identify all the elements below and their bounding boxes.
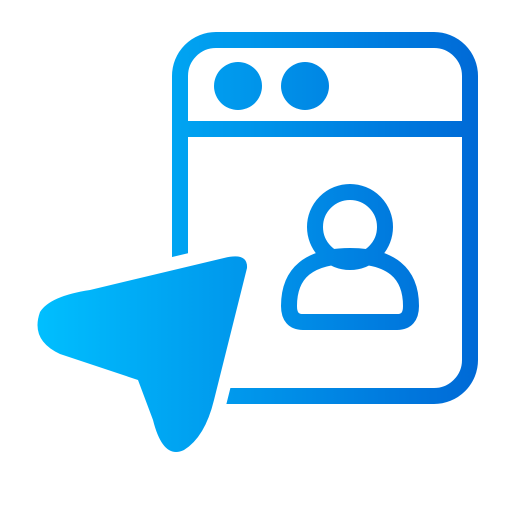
icon-canvas: [0, 0, 512, 512]
cursor-arrow-icon: [37, 256, 248, 452]
user-profile-icon: [281, 184, 419, 330]
window-dot-2: [281, 62, 329, 110]
window-dot-1: [214, 62, 262, 110]
web-profile-click-icon: [37, 32, 478, 452]
